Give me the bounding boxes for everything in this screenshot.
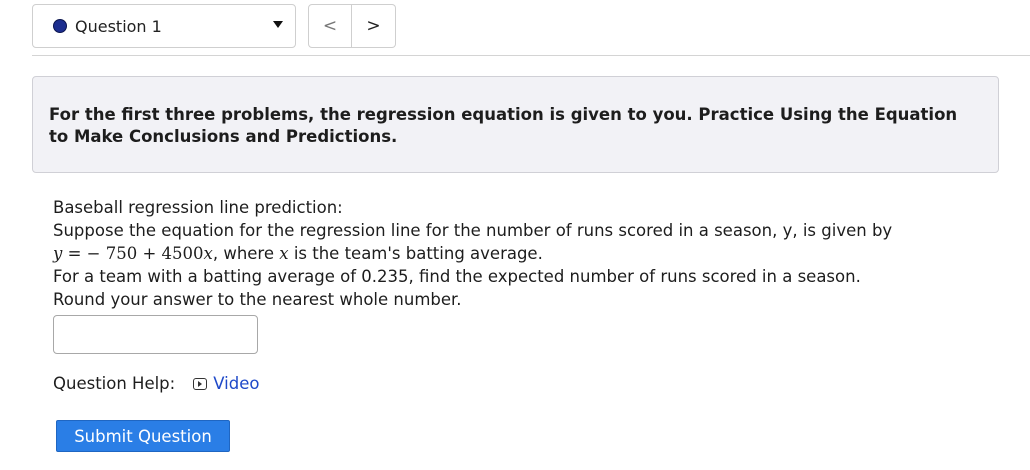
previous-question-button[interactable]: < bbox=[308, 4, 352, 48]
question-help-label: Question Help: bbox=[53, 374, 176, 393]
equation-tail: , where bbox=[212, 244, 280, 263]
video-help-link[interactable]: Video bbox=[193, 374, 259, 393]
intro-panel: For the first three problems, the regres… bbox=[32, 76, 999, 173]
intro-text: For the first three problems, the regres… bbox=[49, 105, 958, 146]
equation-tail-2: is the team's batting average. bbox=[288, 244, 543, 263]
problem-line-4: Round your answer to the nearest whole n… bbox=[53, 290, 462, 309]
submit-question-button[interactable]: Submit Question bbox=[56, 420, 230, 452]
problem-line-3: For a team with a batting average of 0.2… bbox=[53, 267, 861, 286]
equation: y = − 750 + 4500x bbox=[53, 244, 213, 263]
question-status-dot-icon bbox=[53, 19, 67, 33]
problem-line-1: Suppose the equation for the regression … bbox=[53, 221, 893, 240]
problem-equation-line: y = − 750 + 4500x, where x is the team's… bbox=[53, 242, 993, 265]
next-question-button[interactable]: > bbox=[352, 4, 396, 48]
question-selector[interactable]: Question 1 bbox=[32, 4, 296, 48]
question-nav: < > bbox=[308, 4, 397, 48]
equation-lhs: y bbox=[53, 244, 63, 263]
variable-x: x bbox=[279, 244, 289, 263]
equation-equals: = bbox=[62, 244, 87, 263]
equation-variable: x bbox=[203, 244, 213, 263]
answer-input[interactable] bbox=[53, 315, 258, 354]
question-selector-label: Question 1 bbox=[75, 16, 162, 36]
header-divider bbox=[32, 55, 1030, 56]
problem-title: Baseball regression line prediction: bbox=[53, 198, 343, 217]
video-play-icon bbox=[193, 377, 208, 390]
video-link-label: Video bbox=[213, 374, 260, 393]
caret-down-icon bbox=[273, 21, 283, 28]
problem-statement: Baseball regression line prediction: Sup… bbox=[53, 196, 993, 311]
question-help: Question Help: Video bbox=[53, 374, 259, 393]
equation-rhs: − 750 + 4500 bbox=[86, 244, 204, 263]
